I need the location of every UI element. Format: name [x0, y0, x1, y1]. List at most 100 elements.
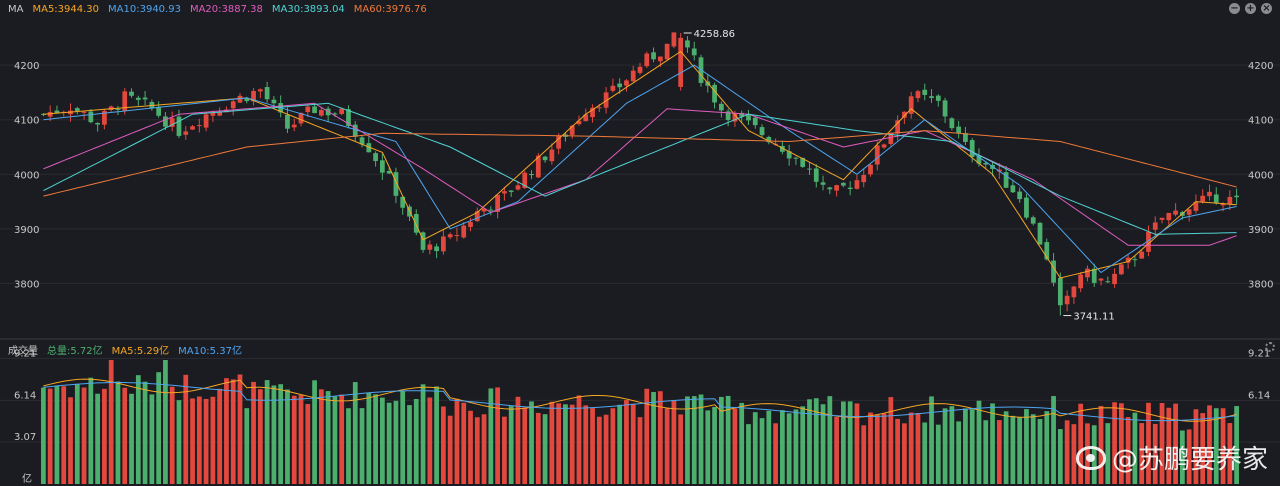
volume-bar — [156, 372, 162, 484]
candle-body — [1152, 222, 1158, 230]
candle-body — [1173, 210, 1178, 215]
volume-bar — [380, 397, 385, 484]
volume-bar — [942, 408, 948, 484]
volume-bar — [881, 413, 887, 484]
ma-legend-item-0: MA5:3944.30 — [32, 3, 100, 15]
candlestick-chart[interactable]: 4200 4200 4100 4100 4000 4000 3900 3900 3800 3800… — [0, 0, 1280, 486]
volume-bar — [786, 413, 792, 484]
candle-body — [617, 83, 623, 88]
candle-body — [400, 196, 406, 208]
candle-body — [868, 164, 873, 175]
volume-title[interactable]: 成交量 — [8, 342, 38, 357]
volume-legend-item-2: MA10:5.37亿 — [178, 345, 242, 357]
candle-body — [47, 112, 53, 117]
ma-line-ma30 — [43, 102, 1237, 235]
candle-body — [1112, 273, 1117, 285]
volume-bar — [841, 401, 846, 484]
ma-legend-item-1: MA10:3940.93 — [108, 3, 181, 15]
volume-bar — [61, 386, 67, 484]
weibo-logo-icon — [1075, 445, 1106, 470]
candle-body — [874, 145, 880, 165]
candle-body — [1159, 217, 1165, 220]
candle-body — [881, 144, 887, 148]
volume-bar — [529, 401, 534, 484]
volume-bar — [847, 401, 853, 484]
candle-body — [969, 140, 975, 157]
volume-bar — [359, 408, 365, 484]
candle-body — [508, 190, 514, 192]
candle-body — [502, 191, 507, 194]
price-axis-tick-right: 3900 — [1248, 225, 1273, 236]
candle-body — [807, 168, 812, 170]
volume-bar — [861, 425, 867, 484]
candle-body — [657, 56, 663, 62]
candle-body — [1207, 191, 1212, 197]
volume-bar — [325, 391, 331, 484]
volume-bar — [969, 409, 975, 484]
volume-bar — [366, 392, 372, 484]
candle-body — [671, 32, 677, 47]
candle-body — [841, 182, 846, 186]
volume-bar — [95, 393, 100, 484]
candle-body — [1024, 197, 1029, 218]
ma-legend-item-3: MA30:3893.04 — [271, 3, 345, 15]
volume-bar — [780, 410, 785, 484]
watermark: @苏鹏要养家 — [1075, 439, 1268, 476]
candle-body — [257, 89, 263, 92]
volume-bar — [434, 386, 439, 484]
volume-bar — [874, 414, 880, 484]
volume-bar — [190, 398, 195, 484]
volume-bar — [800, 406, 806, 484]
volume-bar — [291, 395, 297, 484]
volume-bar — [1030, 414, 1036, 484]
candle-body — [515, 185, 521, 190]
ma-legend-item-2: MA20:3887.38 — [189, 3, 263, 15]
add-icon[interactable]: + — [1245, 3, 1256, 14]
candle-body — [142, 97, 148, 100]
volume-bar — [949, 406, 955, 484]
candle-body — [644, 53, 650, 67]
ma-legend-item-4: MA60:3976.76 — [353, 3, 427, 15]
candle-body — [596, 107, 602, 109]
volume-bar — [176, 400, 182, 484]
candle-body — [1213, 194, 1219, 203]
candle-body — [1166, 212, 1172, 221]
candle-body — [441, 236, 446, 252]
volume-bar — [569, 404, 575, 484]
volume-bar — [691, 396, 697, 484]
volume-bar — [508, 406, 514, 484]
price-axis-tick-left: 4100 — [14, 116, 39, 127]
volume-bar — [278, 384, 284, 484]
volume-bar — [739, 402, 745, 484]
volume-bar — [766, 410, 772, 484]
volume-bar — [752, 412, 758, 484]
volume-unit-label: 亿 — [22, 472, 32, 485]
candle-body — [339, 108, 345, 114]
volume-bar — [488, 388, 494, 484]
candle-body — [718, 103, 724, 111]
volume-bar — [461, 402, 467, 484]
minimize-icon[interactable]: − — [1229, 3, 1240, 14]
volume-bar — [41, 387, 46, 484]
volume-bar — [285, 389, 290, 484]
candle-body — [529, 174, 534, 176]
high-marker-label: 4258.86 — [694, 29, 735, 40]
price-axis-tick-left: 4200 — [14, 61, 39, 72]
gear-icon[interactable] — [1265, 342, 1275, 352]
candle-body — [1186, 209, 1192, 215]
candle-body — [230, 101, 236, 109]
close-icon[interactable]: × — [1261, 3, 1272, 14]
volume-bar — [88, 377, 94, 484]
volume-bar — [1057, 429, 1063, 484]
volume-bar — [556, 403, 562, 484]
volume-bar — [1037, 419, 1043, 484]
candle-body — [454, 235, 460, 237]
indicator-label[interactable]: MA — [8, 4, 23, 15]
volume-bar — [773, 423, 778, 484]
candle-body — [549, 149, 555, 162]
volume-bar — [129, 393, 134, 484]
volume-bar — [420, 384, 426, 484]
candle-body — [413, 214, 419, 233]
volume-bar — [217, 388, 223, 484]
low-marker-label: 3741.11 — [1073, 312, 1114, 323]
